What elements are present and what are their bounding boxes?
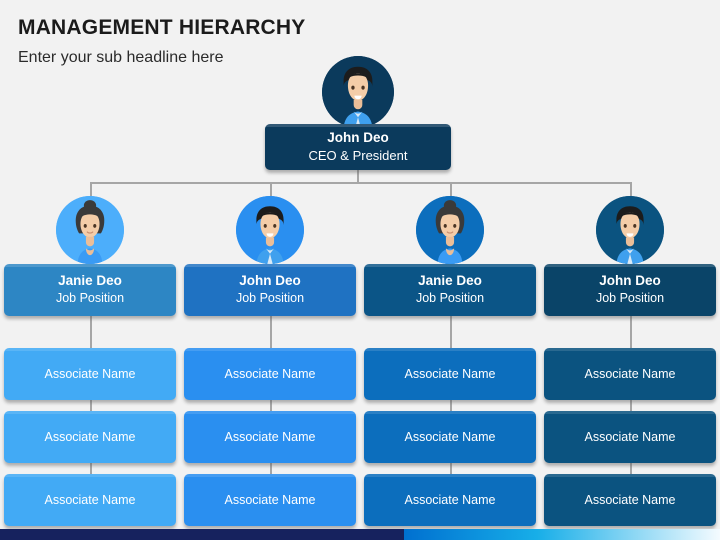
associate-label: Associate Name — [224, 367, 316, 381]
manager-avatar-3 — [416, 196, 484, 264]
associate-label: Associate Name — [584, 367, 676, 381]
footer-bar — [0, 529, 720, 540]
associate-label: Associate Name — [224, 493, 316, 507]
connector-line — [90, 463, 92, 474]
manager-name: John Deo — [239, 273, 301, 289]
ceo-node[interactable]: John Deo CEO & President — [265, 124, 451, 170]
associate-node-2-2[interactable]: Associate Name — [184, 411, 356, 463]
manager-position: Job Position — [415, 291, 485, 305]
associate-node-3-3[interactable]: Associate Name — [364, 474, 536, 526]
connector-line — [450, 182, 452, 196]
manager-node-4[interactable]: John Deo Job Position — [544, 264, 716, 316]
connector-line — [90, 182, 630, 184]
connector-line — [270, 400, 272, 411]
manager-node-3[interactable]: Janie Deo Job Position — [364, 264, 536, 316]
manager-position: Job Position — [55, 291, 125, 305]
manager-name: John Deo — [599, 273, 661, 289]
manager-position: Job Position — [595, 291, 665, 305]
footer-bar-gradient — [404, 529, 720, 540]
ceo-position: CEO & President — [308, 147, 408, 163]
ceo-name: John Deo — [327, 129, 389, 145]
connector-line — [630, 400, 632, 411]
manager-name: Janie Deo — [418, 273, 482, 289]
associate-label: Associate Name — [584, 493, 676, 507]
manager-avatar-4 — [596, 196, 664, 264]
associate-label: Associate Name — [224, 430, 316, 444]
connector-line — [270, 463, 272, 474]
associate-node-3-2[interactable]: Associate Name — [364, 411, 536, 463]
associate-node-4-1[interactable]: Associate Name — [544, 348, 716, 400]
associate-node-1-1[interactable]: Associate Name — [4, 348, 176, 400]
associate-node-4-3[interactable]: Associate Name — [544, 474, 716, 526]
connector-line — [630, 316, 632, 348]
associate-label: Associate Name — [584, 430, 676, 444]
associate-node-2-3[interactable]: Associate Name — [184, 474, 356, 526]
associate-node-4-2[interactable]: Associate Name — [544, 411, 716, 463]
footer-bar-solid — [0, 529, 404, 540]
manager-node-2[interactable]: John Deo Job Position — [184, 264, 356, 316]
connector-line — [630, 182, 632, 196]
associate-label: Associate Name — [44, 493, 136, 507]
associate-label: Associate Name — [404, 367, 496, 381]
connector-line — [450, 400, 452, 411]
associate-node-1-2[interactable]: Associate Name — [4, 411, 176, 463]
manager-position: Job Position — [235, 291, 305, 305]
connector-line — [450, 463, 452, 474]
page-title: MANAGEMENT HIERARCHY — [18, 16, 306, 39]
manager-name: Janie Deo — [58, 273, 122, 289]
connector-line — [630, 463, 632, 474]
connector-line — [450, 316, 452, 348]
associate-label: Associate Name — [44, 430, 136, 444]
associate-label: Associate Name — [404, 493, 496, 507]
page-subtitle: Enter your sub headline here — [18, 49, 224, 66]
associate-node-3-1[interactable]: Associate Name — [364, 348, 536, 400]
connector-line — [90, 316, 92, 348]
manager-node-1[interactable]: Janie Deo Job Position — [4, 264, 176, 316]
associate-label: Associate Name — [404, 430, 496, 444]
connector-line — [90, 182, 92, 196]
connector-line — [270, 316, 272, 348]
manager-avatar-1 — [56, 196, 124, 264]
associate-node-2-1[interactable]: Associate Name — [184, 348, 356, 400]
associate-node-1-3[interactable]: Associate Name — [4, 474, 176, 526]
connector-line — [270, 182, 272, 196]
connector-line — [90, 400, 92, 411]
manager-avatar-2 — [236, 196, 304, 264]
ceo-avatar — [322, 56, 394, 128]
slide-canvas: MANAGEMENT HIERARCHY Enter your sub head… — [0, 0, 720, 540]
associate-label: Associate Name — [44, 367, 136, 381]
